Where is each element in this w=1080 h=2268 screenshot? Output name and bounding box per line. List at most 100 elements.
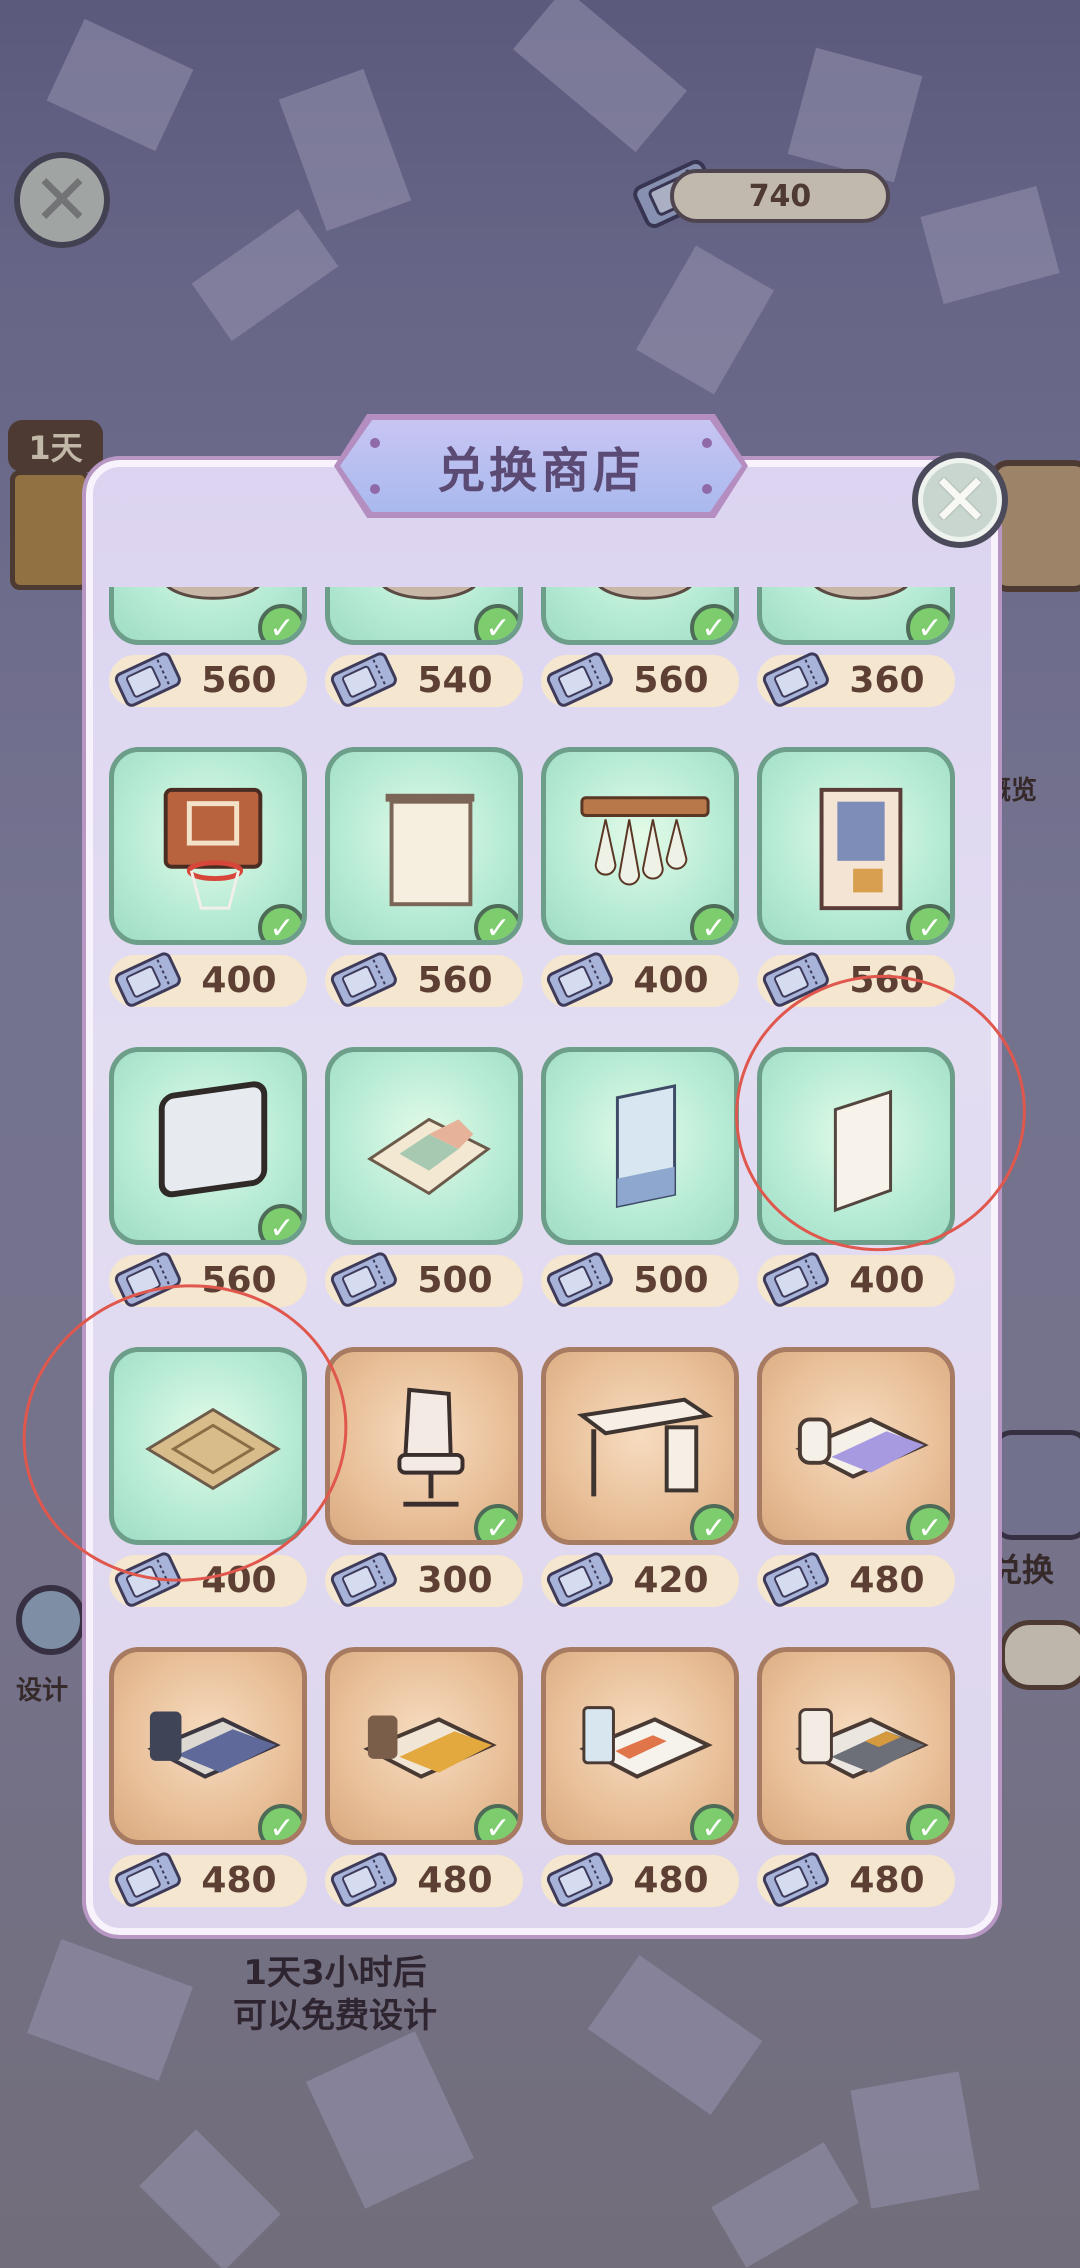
shop-item-card[interactable] — [757, 1047, 955, 1245]
shop-item[interactable]: ✓ 560 — [757, 747, 955, 1007]
shop-item[interactable]: ✓ 560 — [325, 747, 523, 1007]
price-value: 400 — [849, 1260, 925, 1301]
shop-item[interactable]: ✓ 420 — [541, 1347, 739, 1607]
shop-item-card[interactable]: ✓ — [541, 587, 739, 645]
owned-check-icon: ✓ — [906, 1804, 950, 1840]
close-icon: ✕ — [929, 458, 991, 542]
owned-check-icon: ✓ — [690, 1804, 734, 1840]
shop-item[interactable]: ✓ 300 — [325, 1347, 523, 1607]
shop-item[interactable]: 500 — [541, 1047, 739, 1307]
shop-item[interactable]: ✓ 480 — [109, 1647, 307, 1907]
yellow-bed-icon — [363, 1715, 497, 1779]
owned-check-icon: ✓ — [474, 1804, 518, 1840]
price-value: 480 — [201, 1860, 277, 1901]
shop-item[interactable]: 400 — [757, 1047, 955, 1307]
shop-item[interactable]: ✓ 560 — [109, 1047, 307, 1307]
price-value: 480 — [849, 1560, 925, 1601]
shop-item-card[interactable]: ✓ — [325, 1647, 523, 1845]
owned-check-icon: ✓ — [906, 904, 950, 940]
patchwork-rug-icon — [367, 1117, 491, 1196]
price-tag[interactable]: 400 — [109, 952, 307, 1007]
price-value: 300 — [417, 1560, 493, 1601]
price-tag[interactable]: 560 — [541, 652, 739, 707]
shop-item[interactable]: ✓ 480 — [325, 1647, 523, 1907]
price-tag[interactable]: 300 — [325, 1552, 523, 1607]
shop-item[interactable]: ✓ 480 — [541, 1647, 739, 1907]
price-tag[interactable]: 560 — [109, 652, 307, 707]
shop-item-card[interactable]: ✓ — [541, 747, 739, 945]
shop-item-card[interactable]: ✓ — [109, 587, 307, 645]
ticket-icon — [546, 952, 613, 1007]
mirror-icon — [158, 1081, 268, 1198]
shop-item[interactable]: ✓ 560 — [541, 587, 739, 707]
shop-item[interactable]: ✓ 480 — [757, 1647, 955, 1907]
shop-item-card[interactable]: ✓ — [541, 1647, 739, 1845]
wallpaper-panel-icon — [833, 1089, 893, 1213]
office-chair-icon — [397, 1387, 465, 1507]
shop-item-card[interactable]: ✓ — [541, 1347, 739, 1545]
ticket-icon — [114, 652, 181, 707]
shop-item-card[interactable] — [109, 1347, 307, 1545]
price-tag[interactable]: 560 — [109, 1252, 307, 1307]
shop-item[interactable]: 500 — [325, 1047, 523, 1307]
ticket-icon — [546, 1552, 613, 1607]
shop-item-card[interactable] — [541, 1047, 739, 1245]
owned-check-icon: ✓ — [258, 904, 302, 940]
shop-item-card[interactable]: ✓ — [757, 747, 955, 945]
shop-item[interactable]: ✓ 360 — [757, 587, 955, 707]
shop-title: 兑换商店 — [436, 443, 645, 499]
price-tag[interactable]: 420 — [541, 1552, 739, 1607]
shop-item[interactable]: ✓ 400 — [541, 747, 739, 1007]
orange-bed-icon — [579, 1706, 713, 1779]
shop-item-card[interactable]: ✓ — [109, 747, 307, 945]
wall-poster-icon — [615, 1084, 677, 1208]
price-value: 560 — [849, 960, 925, 1001]
shop-scroll-area[interactable]: ✓ 560 ✓ 540 ✓ 560 ✓ 360 ✓ 400 ✓ 560 ✓ 400 ✓ 560 ✓ 560 500 5… — [109, 587, 975, 1917]
shop-item-card[interactable] — [325, 1047, 523, 1245]
price-tag[interactable]: 480 — [757, 1552, 955, 1607]
price-value: 480 — [849, 1860, 925, 1901]
owned-check-icon: ✓ — [906, 1504, 950, 1540]
owned-check-icon: ✓ — [690, 1504, 734, 1540]
shop-item-card[interactable]: ✓ — [757, 1647, 955, 1845]
owned-check-icon: ✓ — [258, 1204, 302, 1240]
price-tag[interactable]: 540 — [325, 652, 523, 707]
shop-item[interactable]: ✓ 560 — [109, 587, 307, 707]
price-tag[interactable]: 400 — [757, 1252, 955, 1307]
price-tag[interactable]: 480 — [541, 1852, 739, 1907]
shop-item-card[interactable]: ✓ — [325, 587, 523, 645]
close-shop-button[interactable]: ✕ — [912, 452, 1008, 548]
ticket-icon — [114, 952, 181, 1007]
shop-item-card[interactable]: ✓ — [109, 1047, 307, 1245]
price-value: 500 — [417, 1260, 493, 1301]
shop-item[interactable]: 400 — [109, 1347, 307, 1607]
shop-item[interactable]: ✓ 540 — [325, 587, 523, 707]
ticket-icon — [330, 1252, 397, 1307]
shop-item-card[interactable]: ✓ — [757, 587, 955, 645]
price-tag[interactable]: 480 — [109, 1852, 307, 1907]
owned-check-icon: ✓ — [474, 604, 518, 640]
owned-check-icon: ✓ — [258, 604, 302, 640]
price-value: 420 — [633, 1560, 709, 1601]
price-tag[interactable]: 500 — [325, 1252, 523, 1307]
shop-item-card[interactable]: ✓ — [325, 1347, 523, 1545]
photo-wall-icon — [819, 787, 903, 911]
price-tag[interactable]: 500 — [541, 1252, 739, 1307]
price-tag[interactable]: 400 — [109, 1552, 307, 1607]
price-tag[interactable]: 400 — [541, 952, 739, 1007]
price-tag[interactable]: 560 — [757, 952, 955, 1007]
shop-item-card[interactable]: ✓ — [109, 1647, 307, 1845]
ticket-icon — [762, 1552, 829, 1607]
price-value: 480 — [633, 1860, 709, 1901]
price-tag[interactable]: 480 — [325, 1852, 523, 1907]
price-value: 560 — [633, 660, 709, 701]
price-value: 500 — [633, 1260, 709, 1301]
price-tag[interactable]: 560 — [325, 952, 523, 1007]
shop-item[interactable]: ✓ 400 — [109, 747, 307, 1007]
owned-check-icon: ✓ — [474, 1504, 518, 1540]
shop-item-card[interactable]: ✓ — [757, 1347, 955, 1545]
shop-item-card[interactable]: ✓ — [325, 747, 523, 945]
price-tag[interactable]: 480 — [757, 1852, 955, 1907]
price-tag[interactable]: 360 — [757, 652, 955, 707]
shop-item[interactable]: ✓ 480 — [757, 1347, 955, 1607]
